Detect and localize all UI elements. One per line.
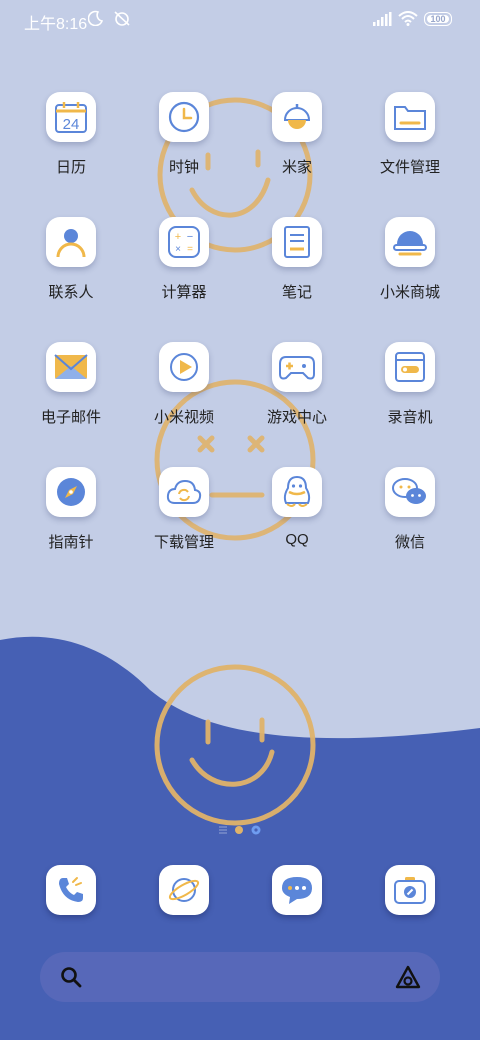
svg-text:×: × [175,244,181,255]
app-game-center[interactable]: 游戏中心 [247,342,347,427]
mute-alarm-icon [114,11,130,26]
app-label: 文件管理 [379,159,440,176]
app-calendar[interactable]: 24 日历 [21,92,121,177]
recorder-icon[interactable] [385,342,435,392]
qq-penguin-icon[interactable] [272,467,322,517]
svg-text:=: = [187,244,193,255]
app-label: 下载管理 [153,534,214,551]
app-label: 笔记 [281,284,312,301]
app-clock[interactable]: 时钟 [134,92,234,177]
app-contacts[interactable]: 联系人 [21,217,121,302]
dock-browser[interactable] [159,865,209,915]
search-bar[interactable] [40,952,440,1002]
notes-icon[interactable] [272,217,322,267]
app-label: 计算器 [161,284,207,301]
app-label: 米家 [281,159,312,176]
app-label: 小米商城 [379,284,440,301]
mi-store-icon[interactable] [385,217,435,267]
calendar-icon[interactable]: 24 [46,92,96,142]
app-file-manager[interactable]: 文件管理 [360,92,460,177]
signal-icon [373,11,392,26]
search-icon[interactable] [60,966,82,988]
page-indicator[interactable] [218,824,262,836]
calendar-date: 24 [63,116,80,133]
messages-icon [282,877,312,904]
app-wechat[interactable]: 微信 [360,467,460,552]
dock-camera[interactable] [385,865,435,915]
app-recorder[interactable]: 录音机 [360,342,460,427]
contacts-icon[interactable] [46,217,96,267]
app-download-manager[interactable]: 下载管理 [134,467,234,552]
gear-page-icon[interactable] [250,824,262,836]
app-label: 联系人 [48,284,94,301]
app-mijia[interactable]: 米家 [247,92,347,177]
browser-planet-icon [168,878,200,902]
list-page-icon[interactable] [218,825,228,835]
status-bar: 上午8:16 100 [0,0,480,40]
app-label: 日历 [55,159,86,176]
app-label: 录音机 [387,409,433,426]
app-label: QQ [285,531,309,548]
wifi-icon [398,11,418,26]
compass-icon[interactable] [46,467,96,517]
dock-messages[interactable] [272,865,322,915]
folder-icon[interactable] [385,92,435,142]
app-label: 电子邮件 [40,409,101,426]
download-cloud-icon[interactable] [159,467,209,517]
app-label: 微信 [394,534,425,551]
mijia-lamp-icon[interactable] [272,92,322,142]
app-email[interactable]: 电子邮件 [21,342,121,427]
status-icons-left [87,10,132,31]
wechat-icon[interactable] [385,467,435,517]
camera-icon [394,877,426,904]
app-notes[interactable]: 笔记 [247,217,347,302]
moon-icon [87,10,104,27]
battery-level: 100 [430,13,446,24]
status-icons-right: 100 [372,11,452,26]
video-icon[interactable] [159,342,209,392]
app-label: 游戏中心 [266,409,327,426]
current-page-dot[interactable] [234,825,244,835]
app-label: 小米视频 [153,409,214,426]
email-icon[interactable] [46,342,96,392]
phone-icon [59,877,83,902]
app-mi-video[interactable]: 小米视频 [134,342,234,427]
calculator-icon[interactable]: + − × = [159,217,209,267]
app-label: 时钟 [168,159,199,176]
app-calculator[interactable]: + − × = 计算器 [134,217,234,302]
clock-icon[interactable] [159,92,209,142]
app-mi-store[interactable]: 小米商城 [360,217,460,302]
gamepad-icon[interactable] [272,342,322,392]
svg-text:−: − [187,231,193,243]
dock-phone[interactable] [46,865,96,915]
battery-icon: 100 [424,11,452,26]
voice-assistant-icon[interactable] [394,964,422,990]
app-compass[interactable]: 指南针 [21,467,121,552]
svg-text:+: + [175,231,181,243]
status-time: 上午8:16 [24,16,88,33]
app-label: 指南针 [48,534,94,551]
app-qq[interactable]: QQ [247,467,347,548]
